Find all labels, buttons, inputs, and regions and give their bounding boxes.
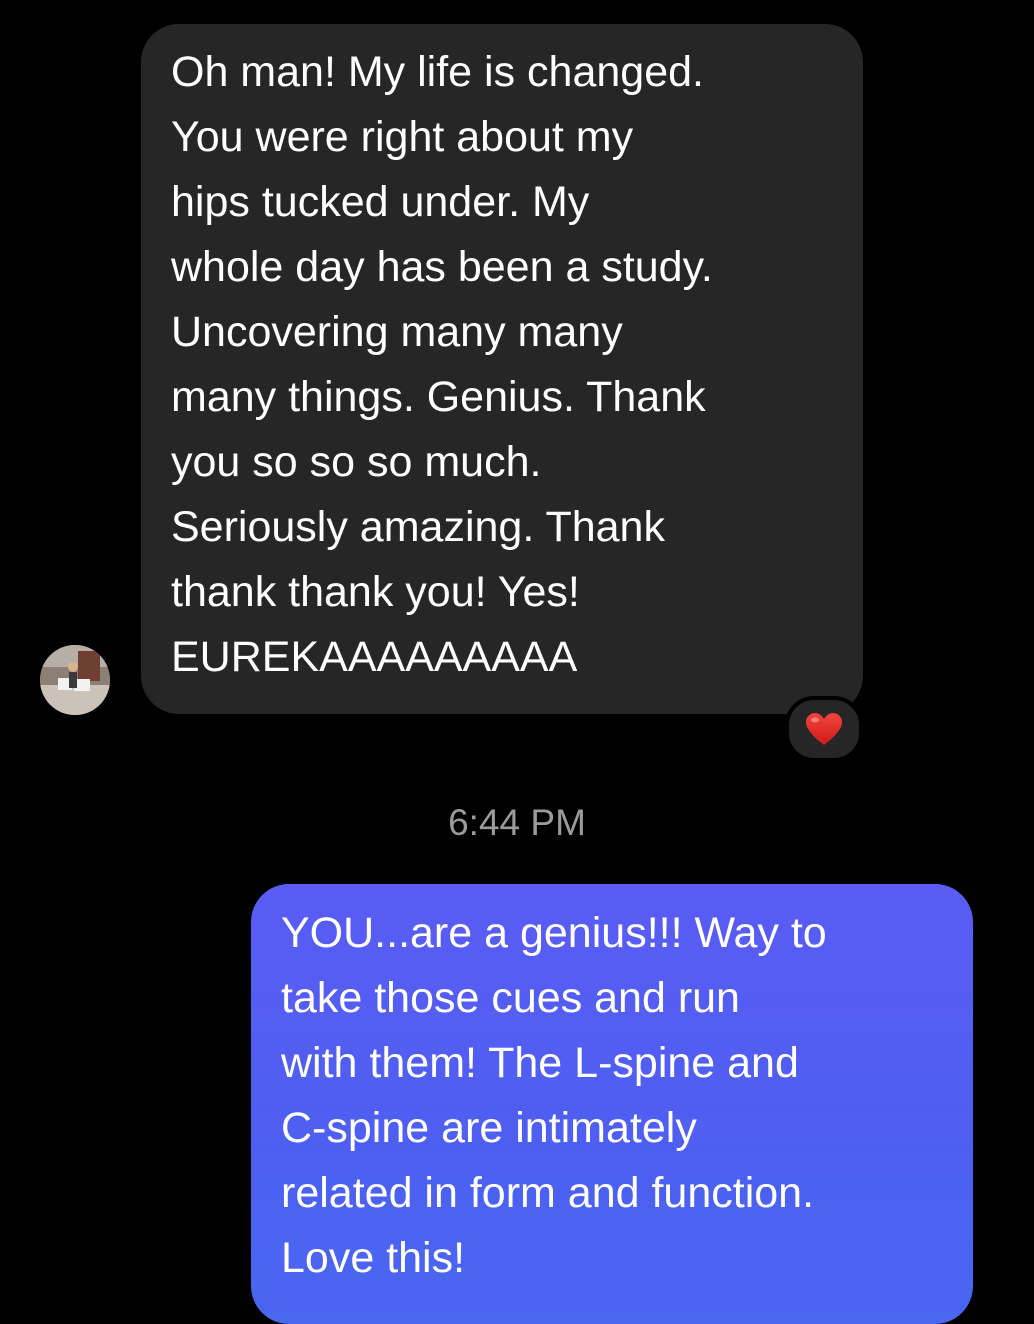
incoming-message-bubble[interactable]: Oh man! My life is changed. You were rig… bbox=[141, 24, 863, 714]
message-line: You were right about my bbox=[171, 113, 634, 161]
message-timestamp: 6:44 PM bbox=[448, 802, 586, 843]
message-line: whole day has been a study. bbox=[171, 243, 713, 291]
reaction-badge[interactable] bbox=[785, 696, 863, 762]
sender-avatar[interactable] bbox=[40, 645, 110, 715]
message-line: related in form and function. bbox=[281, 1169, 815, 1217]
outgoing-message-bubble[interactable]: YOU...are a genius!!! Way to take those … bbox=[251, 884, 973, 1324]
message-line: YOU...are a genius!!! Way to bbox=[281, 909, 827, 957]
avatar-photo-icon bbox=[40, 645, 110, 715]
message-line: you so so so much. bbox=[171, 438, 542, 486]
message-line: with them! The L-spine and bbox=[281, 1039, 799, 1087]
message-line: EUREKAAAAAAAAA bbox=[171, 633, 578, 681]
message-line: Love this! bbox=[281, 1234, 466, 1282]
message-line: many things. Genius. Thank bbox=[171, 373, 706, 421]
message-line: take those cues and run bbox=[281, 974, 740, 1022]
message-line: C-spine are intimately bbox=[281, 1104, 697, 1152]
message-thread: Oh man! My life is changed. You were rig… bbox=[0, 0, 1034, 1324]
message-line: hips tucked under. My bbox=[171, 178, 590, 226]
message-line: Oh man! My life is changed. bbox=[171, 48, 704, 96]
heart-icon bbox=[806, 713, 842, 745]
message-line: Seriously amazing. Thank bbox=[171, 503, 665, 551]
message-line: thank thank you! Yes! bbox=[171, 568, 580, 616]
message-line: Uncovering many many bbox=[171, 308, 623, 356]
